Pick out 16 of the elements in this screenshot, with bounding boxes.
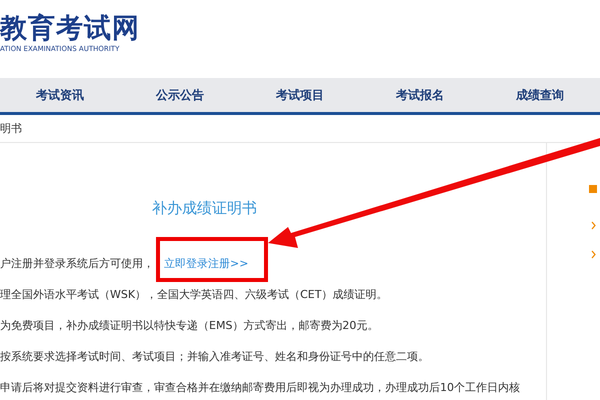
nav-link[interactable]: 公示公告 bbox=[120, 78, 240, 112]
chevron-icon bbox=[591, 221, 596, 230]
paragraph: 为免费项目，补办成绩证明书以特快专递（EMS）方式寄出，邮寄费为20元。 bbox=[0, 318, 378, 334]
article-title: 补办成绩证明书 bbox=[152, 198, 257, 219]
paragraph: 按系统要求选择考试时间、考试项目；并输入准考证号、姓名和身份证号中的任意二项。 bbox=[0, 349, 429, 365]
notice-text: 户注册并登录系统后方可使用， bbox=[0, 256, 154, 272]
register-link[interactable]: 立即登录注册>> bbox=[164, 248, 248, 279]
paragraph: 理全国外语水平考试（WSK），全国大学英语四、六级考试（CET）成绩证明。 bbox=[0, 287, 388, 303]
nav-link[interactable]: 成绩查询 bbox=[480, 78, 600, 112]
nav-link[interactable]: 考试报名 bbox=[360, 78, 480, 112]
paragraph: 申请后将对提交资料进行审查，审查合格并在缴纳邮寄费用后即视为办理成功，办理成功后10个工作日内核 bbox=[0, 380, 520, 396]
breadcrumb: 明书 bbox=[0, 121, 22, 136]
square-bullet-icon bbox=[589, 185, 597, 193]
nav-link[interactable]: 考试资讯 bbox=[0, 78, 120, 112]
chevron-icon bbox=[591, 250, 596, 259]
nav-link[interactable]: 考试项目 bbox=[240, 78, 360, 112]
